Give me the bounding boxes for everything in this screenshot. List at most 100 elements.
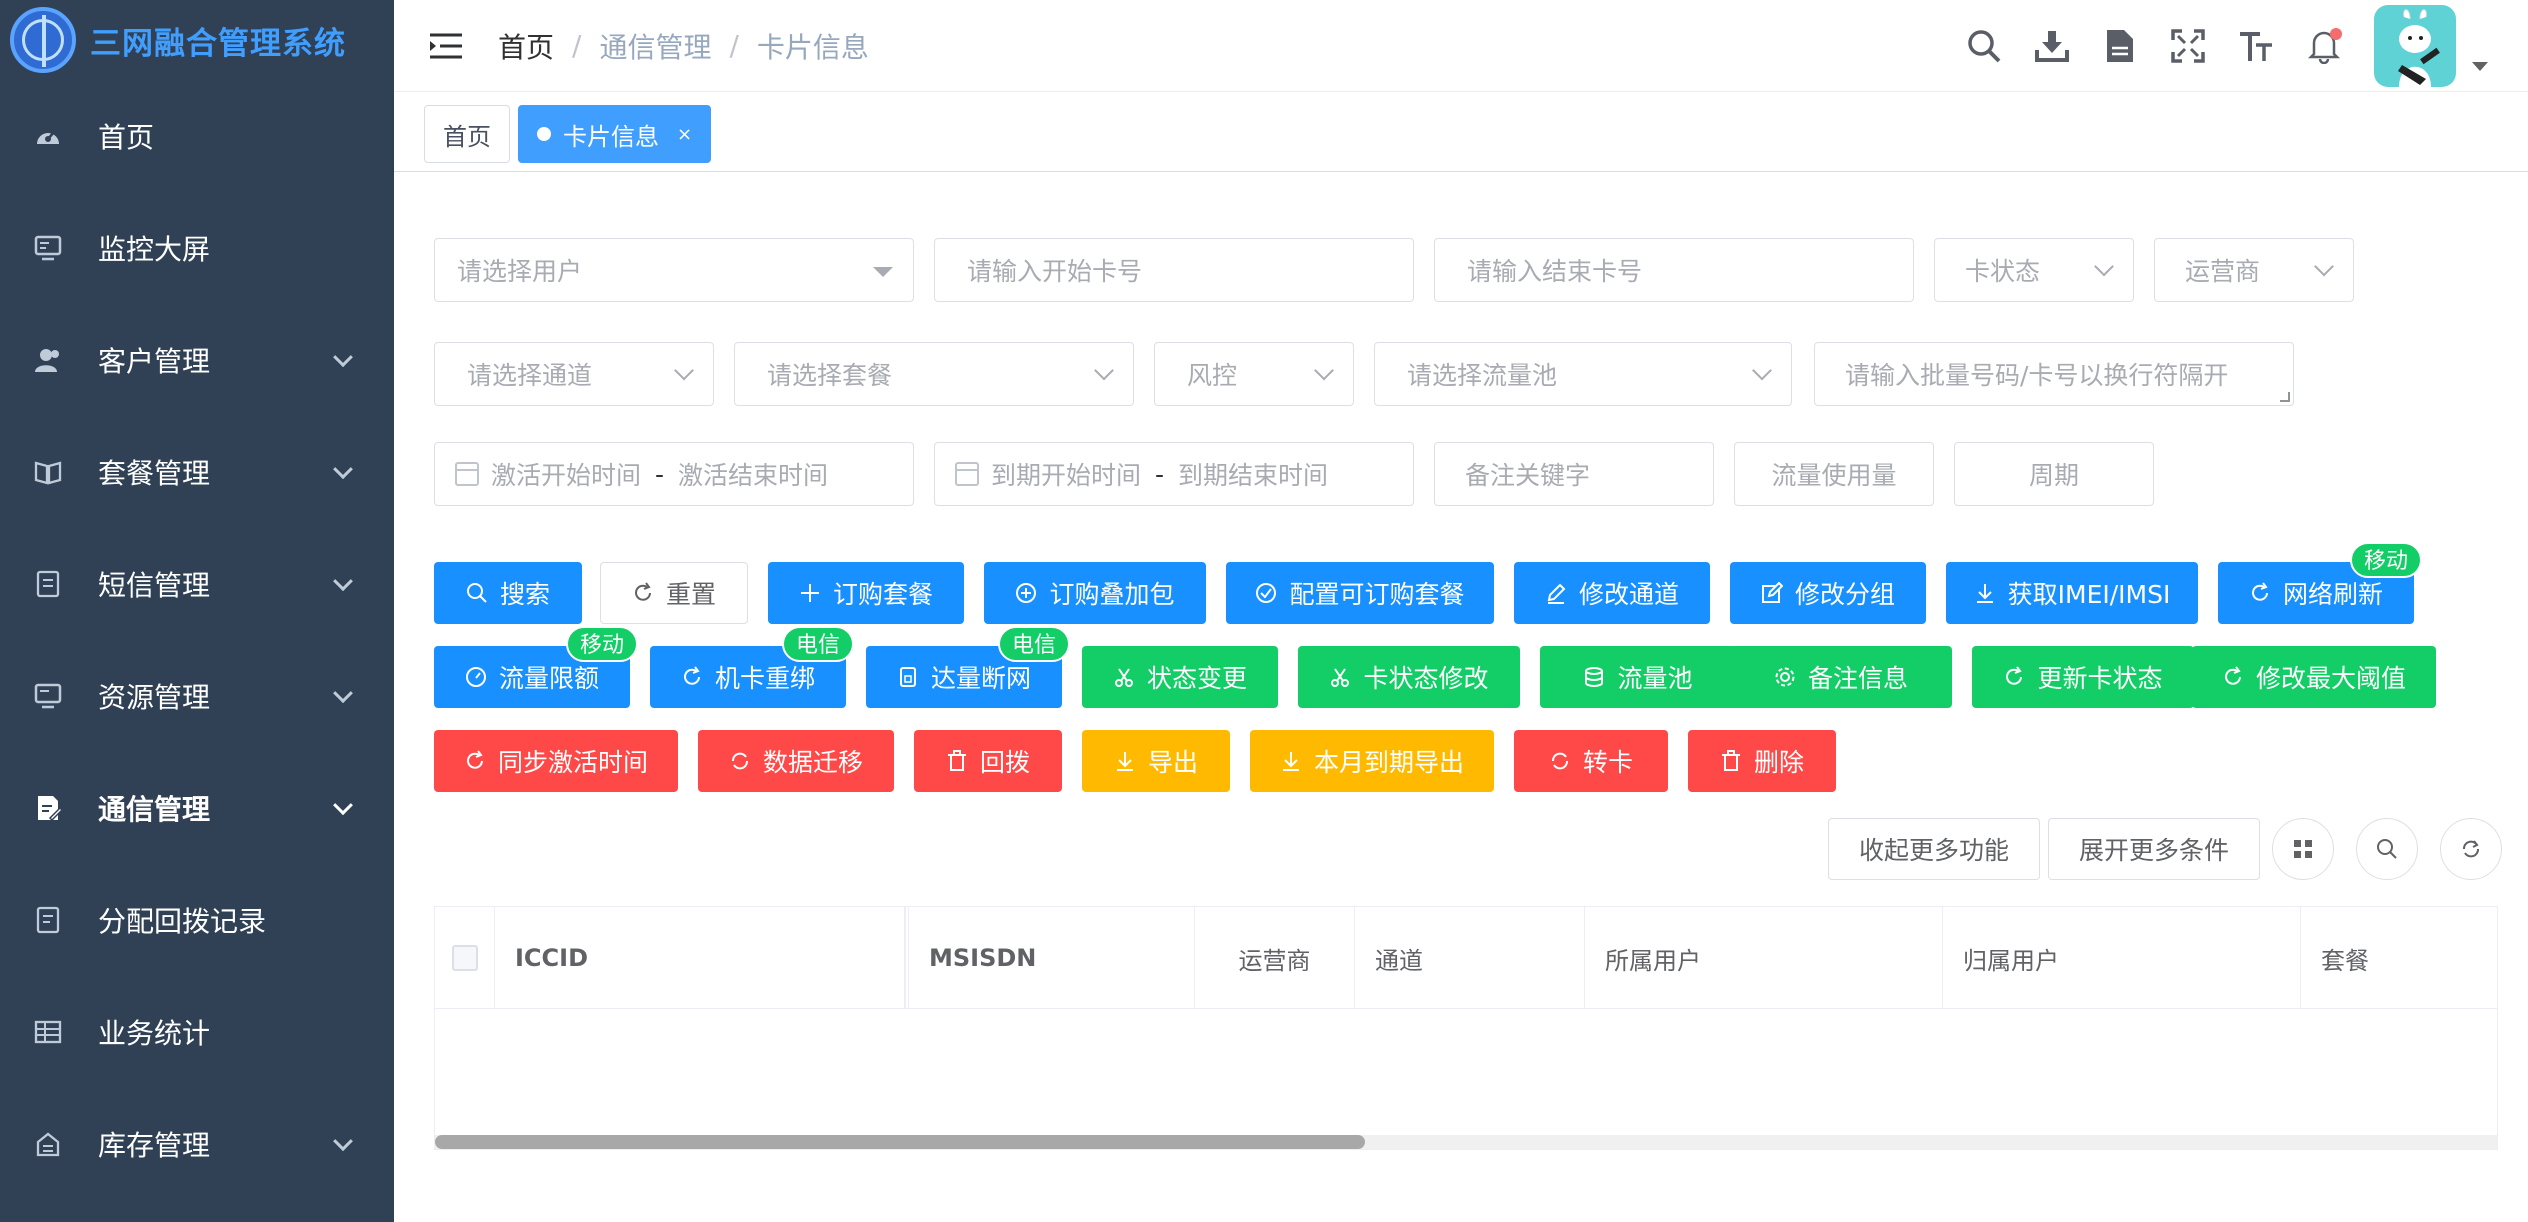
- order-addon-button[interactable]: 订购叠加包: [984, 562, 1206, 624]
- data-migrate-button[interactable]: 数据迁移: [698, 730, 894, 792]
- risk-select[interactable]: 风控: [1154, 342, 1354, 406]
- delete-button[interactable]: 删除: [1688, 730, 1836, 792]
- refresh-icon: [464, 750, 486, 772]
- risk-placeholder: 风控: [1187, 361, 1238, 390]
- modify-threshold-button[interactable]: 修改最大阈值: [2192, 646, 2436, 708]
- circle-plus-icon: [1015, 582, 1037, 604]
- column-iccid[interactable]: ICCID: [495, 907, 905, 1009]
- modify-channel-button[interactable]: 修改通道: [1514, 562, 1710, 624]
- usage-input[interactable]: 流量使用量: [1734, 442, 1934, 506]
- card-status-select[interactable]: 卡状态: [1934, 238, 2134, 302]
- refresh-icon[interactable]: [2440, 818, 2502, 880]
- sync-activate-button[interactable]: 同步激活时间: [434, 730, 678, 792]
- sidebar-item-storage[interactable]: 库存管理: [0, 1088, 394, 1200]
- package-select[interactable]: 请选择套餐: [734, 342, 1134, 406]
- get-imei-button[interactable]: 获取IMEI/IMSI: [1946, 562, 2198, 624]
- button-label: 修改分组: [1794, 580, 1895, 609]
- grid-icon[interactable]: [2272, 818, 2334, 880]
- card-status-modify-button[interactable]: 卡状态修改: [1298, 646, 1520, 708]
- flow-limit-button[interactable]: 流量限额 移动: [434, 626, 638, 708]
- monitor-icon: [34, 234, 62, 262]
- end-card-input[interactable]: 请输入结束卡号: [1434, 238, 1914, 302]
- circle-check-icon: [1255, 582, 1277, 604]
- sidebar-item-monitor[interactable]: 监控大屏: [0, 192, 394, 304]
- gear-icon: [1774, 666, 1796, 688]
- expire-date-range[interactable]: 到期开始时间 - 到期结束时间: [934, 442, 1414, 506]
- export-month-button[interactable]: 本月到期导出: [1250, 730, 1494, 792]
- callback-button[interactable]: 回拨: [914, 730, 1062, 792]
- horizontal-scrollbar[interactable]: [435, 1135, 2497, 1149]
- status-change-button[interactable]: 状态变更: [1082, 646, 1278, 708]
- font-size-icon[interactable]: [2236, 26, 2276, 66]
- network-refresh-button[interactable]: 网络刷新 移动: [2218, 542, 2422, 624]
- flow-pool-button[interactable]: 流量池: [1540, 646, 1736, 708]
- sidebar-item-label: 套餐管理: [98, 457, 211, 490]
- batch-number-textarea[interactable]: 请输入批量号码/卡号以换行符隔开: [1814, 342, 2294, 406]
- period-input[interactable]: 周期: [1954, 442, 2154, 506]
- hamburger-icon[interactable]: [428, 26, 468, 66]
- column-belong-user[interactable]: 归属用户: [1943, 907, 2301, 1009]
- activate-date-range[interactable]: 激活开始时间 - 激活结束时间: [434, 442, 914, 506]
- sidebar-item-sms[interactable]: 短信管理: [0, 528, 394, 640]
- sidebar-item-customer[interactable]: 客户管理: [0, 304, 394, 416]
- bell-icon[interactable]: [2304, 26, 2344, 66]
- caret-down-icon[interactable]: [2472, 61, 2488, 71]
- tag-card-info[interactable]: 卡片信息 ×: [518, 105, 712, 163]
- button-label: 数据迁移: [762, 748, 863, 777]
- update-status-button[interactable]: 更新卡状态: [1972, 646, 2194, 708]
- close-icon[interactable]: ×: [677, 124, 692, 145]
- sidebar-item-resource[interactable]: 资源管理: [0, 640, 394, 752]
- chevron-down-icon: [333, 347, 353, 368]
- column-operator[interactable]: 运营商: [1195, 907, 1355, 1009]
- channel-select[interactable]: 请选择通道: [434, 342, 714, 406]
- sidebar-item-callback-record[interactable]: 分配回拨记录: [0, 864, 394, 976]
- sidebar-item-statistics[interactable]: 业务统计: [0, 976, 394, 1088]
- chevron-down-icon: [1752, 360, 1772, 381]
- cutoff-button[interactable]: 达量断网 电信: [866, 626, 1070, 708]
- column-channel[interactable]: 通道: [1355, 907, 1585, 1009]
- modify-group-button[interactable]: 修改分组: [1730, 562, 1926, 624]
- export-button[interactable]: 导出: [1082, 730, 1230, 792]
- operator-select[interactable]: 运营商: [2154, 238, 2354, 302]
- tag-label: 卡片信息: [563, 122, 659, 151]
- fullscreen-icon[interactable]: [2168, 26, 2208, 66]
- breadcrumb-separator: /: [729, 29, 739, 62]
- sidebar-item-home[interactable]: 首页: [0, 80, 394, 192]
- button-label: 卡状态修改: [1363, 664, 1489, 693]
- column-msisdn[interactable]: MSISDN: [905, 907, 1195, 1009]
- people-icon: [34, 346, 62, 374]
- search-icon[interactable]: [2356, 818, 2418, 880]
- pencil-icon: [1545, 582, 1567, 604]
- resize-handle-icon[interactable]: [2280, 392, 2290, 402]
- user-select-placeholder: 请选择用户: [457, 257, 583, 286]
- search-button[interactable]: 搜索: [434, 562, 582, 624]
- collapse-functions-button[interactable]: 收起更多功能: [1828, 818, 2040, 880]
- order-package-button[interactable]: 订购套餐: [768, 562, 964, 624]
- column-package[interactable]: 套餐: [2301, 907, 2495, 1009]
- remark-keyword-input[interactable]: 备注关键字: [1434, 442, 1714, 506]
- remark-info-button[interactable]: 备注信息: [1730, 646, 1952, 708]
- config-package-button[interactable]: 配置可订购套餐: [1226, 562, 1494, 624]
- button-label: 流量限额: [498, 664, 599, 693]
- select-all-checkbox[interactable]: [451, 945, 478, 971]
- start-card-input[interactable]: 请输入开始卡号: [934, 238, 1414, 302]
- package-icon: [34, 458, 62, 486]
- flow-pool-select[interactable]: 请选择流量池: [1374, 342, 1792, 406]
- breadcrumb-home[interactable]: 首页: [498, 26, 554, 66]
- column-owner-user[interactable]: 所属用户: [1585, 907, 1943, 1009]
- scrollbar-thumb[interactable]: [435, 1135, 1365, 1149]
- expand-conditions-button[interactable]: 展开更多条件: [2048, 818, 2260, 880]
- reset-button[interactable]: 重置: [600, 562, 748, 624]
- search-icon[interactable]: [1964, 26, 2004, 66]
- tag-home[interactable]: 首页: [424, 105, 510, 163]
- download-icon[interactable]: [2032, 26, 2072, 66]
- rebind-button[interactable]: 机卡重绑 电信: [650, 626, 854, 708]
- avatar[interactable]: [2374, 5, 2456, 87]
- app-logo[interactable]: 三网融合管理系统: [0, 0, 394, 80]
- document-icon[interactable]: [2100, 26, 2140, 66]
- sidebar-item-communication[interactable]: 通信管理: [0, 752, 394, 864]
- sidebar-item-package[interactable]: 套餐管理: [0, 416, 394, 528]
- button-label: 搜索: [499, 580, 550, 609]
- transfer-button[interactable]: 转卡: [1514, 730, 1668, 792]
- user-select[interactable]: 请选择用户: [434, 238, 914, 302]
